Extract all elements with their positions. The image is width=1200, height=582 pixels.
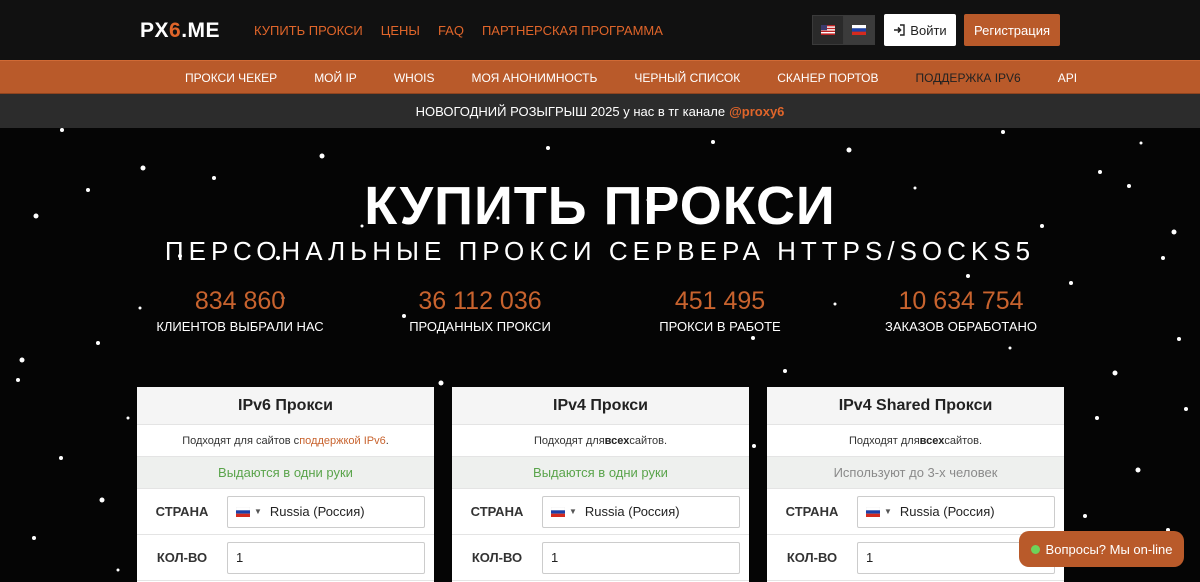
announcement-bar: НОВОГОДНИЙ РОЗЫГРЫШ 2025 у нас в тг кана… xyxy=(0,94,1200,128)
login-button[interactable]: Войти xyxy=(884,14,956,46)
product-card-ipv6: IPv6 Прокси Подходят для сайтов с поддер… xyxy=(137,387,434,582)
stat-label: ЗАКАЗОВ ОБРАБОТАНО xyxy=(884,319,1037,334)
card-title: IPv6 Прокси xyxy=(137,387,434,425)
quantity-label: КОЛ-ВО xyxy=(471,550,523,565)
tool-link-blacklist[interactable]: ЧЕРНЫЙ СПИСОК xyxy=(634,71,740,85)
quantity-row: КОЛ-ВО 1 xyxy=(452,535,749,581)
stat-value: 36 112 036 xyxy=(418,287,542,315)
tool-link-api[interactable]: API xyxy=(1058,71,1077,85)
country-row: СТРАНА ▼ Russia (Россия) xyxy=(137,489,434,535)
tool-link-whois[interactable]: WHOIS xyxy=(394,71,435,85)
hero-subtitle: ПЕРСОНАЛЬНЫЕ ПРОКСИ СЕРВЕРА HTTPS/SOCKS5 xyxy=(164,236,1036,266)
country-value: Russia (Россия) xyxy=(584,504,680,519)
announcement-telegram-link[interactable]: @proxy6 xyxy=(729,104,784,119)
ru-flag-icon xyxy=(551,506,565,517)
quantity-label: КОЛ-ВО xyxy=(156,550,208,565)
country-label: СТРАНА xyxy=(785,504,839,519)
language-en-button[interactable] xyxy=(812,15,844,45)
caret-down-icon: ▼ xyxy=(254,507,262,516)
ru-flag-icon xyxy=(852,25,866,35)
country-value: Russia (Россия) xyxy=(899,504,995,519)
country-label: СТРАНА xyxy=(155,504,209,519)
card-title: IPv4 Прокси xyxy=(452,387,749,425)
country-select[interactable]: ▼ Russia (Россия) xyxy=(542,495,740,528)
ipv6-support-link[interactable]: поддержкой IPv6 xyxy=(299,435,386,447)
card-usage-note: Используют до 3-х человек xyxy=(767,457,1064,489)
live-chat-button[interactable]: Вопросы? Мы on-line xyxy=(1019,531,1184,567)
tool-link-my-anonymity[interactable]: МОЯ АНОНИМНОСТЬ xyxy=(472,71,598,85)
quantity-input[interactable]: 1 xyxy=(227,541,425,574)
stat-proxies-active: 451 495 ПРОКСИ В РАБОТЕ xyxy=(620,287,820,334)
site-logo[interactable]: PX6.ME xyxy=(140,19,220,43)
ru-flag-icon xyxy=(236,506,250,517)
stat-value: 451 495 xyxy=(674,287,766,315)
language-ru-button[interactable] xyxy=(843,15,875,45)
top-nav: КУПИТЬ ПРОКСИ ЦЕНЫ FAQ ПАРТНЕРСКАЯ ПРОГР… xyxy=(254,23,663,38)
stat-label: ПРОКСИ В РАБОТЕ xyxy=(659,319,781,334)
online-status-dot xyxy=(1030,544,1040,554)
caret-down-icon: ▼ xyxy=(569,507,577,516)
login-label: Войти xyxy=(910,22,947,38)
country-select[interactable]: ▼ Russia (Россия) xyxy=(227,495,425,528)
card-description: Подходят для сайтов с поддержкой IPv6. xyxy=(137,425,434,457)
country-label: СТРАНА xyxy=(470,504,524,519)
card-usage-note: Выдаются в одни руки xyxy=(452,457,749,489)
hero-title: КУПИТЬ ПРОКСИ xyxy=(364,176,836,236)
card-title: IPv4 Shared Прокси xyxy=(767,387,1064,425)
stat-label: ПРОДАННЫХ ПРОКСИ xyxy=(409,319,551,334)
country-row: СТРАНА ▼ Russia (Россия) xyxy=(452,489,749,535)
stat-value: 834 860 xyxy=(194,287,286,315)
stat-clients: 834 860 КЛИЕНТОВ ВЫБРАЛИ НАС xyxy=(140,287,340,334)
register-button[interactable]: Регистрация xyxy=(964,14,1060,46)
stat-orders-processed: 10 634 754 ЗАКАЗОВ ОБРАБОТАНО xyxy=(861,287,1061,334)
quantity-row: КОЛ-ВО 1 xyxy=(137,535,434,581)
us-flag-icon xyxy=(821,25,835,35)
nav-link-faq[interactable]: FAQ xyxy=(438,23,464,38)
caret-down-icon: ▼ xyxy=(884,507,892,516)
nav-link-partner-program[interactable]: ПАРТНЕРСКАЯ ПРОГРАММА xyxy=(482,23,663,38)
stat-proxies-sold: 36 112 036 ПРОДАННЫХ ПРОКСИ xyxy=(380,287,580,334)
country-row: СТРАНА ▼ Russia (Россия) xyxy=(767,489,1064,535)
card-description: Подходят для всех сайтов. xyxy=(767,425,1064,457)
quantity-input[interactable]: 1 xyxy=(542,541,740,574)
tool-link-port-scanner[interactable]: СКАНЕР ПОРТОВ xyxy=(777,71,878,85)
nav-link-prices[interactable]: ЦЕНЫ xyxy=(381,23,420,38)
tool-link-my-ip[interactable]: МОЙ IP xyxy=(314,71,357,85)
tool-link-proxy-checker[interactable]: ПРОКСИ ЧЕКЕР xyxy=(185,71,277,85)
tool-link-ipv6-support[interactable]: ПОДДЕРЖКА IPV6 xyxy=(915,71,1020,85)
top-header: PX6.ME КУПИТЬ ПРОКСИ ЦЕНЫ FAQ ПАРТНЕРСКА… xyxy=(0,0,1200,60)
country-select[interactable]: ▼ Russia (Россия) xyxy=(857,495,1055,528)
stat-value: 10 634 754 xyxy=(898,287,1024,315)
quantity-label: КОЛ-ВО xyxy=(786,550,838,565)
stat-label: КЛИЕНТОВ ВЫБРАЛИ НАС xyxy=(156,319,324,334)
card-description: Подходят для всех сайтов. xyxy=(452,425,749,457)
tools-nav: ПРОКСИ ЧЕКЕР МОЙ IP WHOIS МОЯ АНОНИМНОСТ… xyxy=(0,60,1200,94)
chat-label: Вопросы? Мы on-line xyxy=(1045,541,1173,557)
announcement-text: НОВОГОДНИЙ РОЗЫГРЫШ 2025 у нас в тг кана… xyxy=(415,103,726,119)
nav-link-buy-proxy[interactable]: КУПИТЬ ПРОКСИ xyxy=(254,23,363,38)
card-usage-note: Выдаются в одни руки xyxy=(137,457,434,489)
ru-flag-icon xyxy=(866,506,880,517)
product-card-ipv4: IPv4 Прокси Подходят для всех сайтов. Вы… xyxy=(452,387,749,582)
sign-in-icon xyxy=(894,24,905,36)
country-value: Russia (Россия) xyxy=(269,504,365,519)
